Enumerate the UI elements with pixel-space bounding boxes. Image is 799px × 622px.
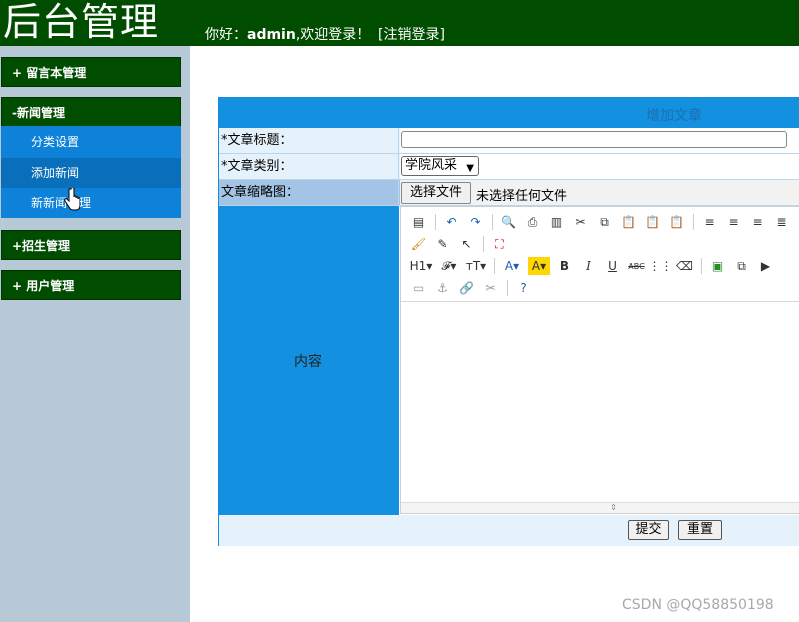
bold-icon[interactable]: B <box>555 257 574 275</box>
toolbar-row-3: H1▾ 𝓕▾ тT▾ A▾ A▾ B I U ABC ⋮⋮ ⌫ ▣ ⧉ ▶ <box>409 255 780 277</box>
chevron-down-icon: ▼ <box>466 163 474 174</box>
eraser-icon[interactable]: ⌫ <box>675 257 694 275</box>
menu-news[interactable]: -新闻管理 <box>1 97 181 127</box>
font-family-icon[interactable]: 𝓕▾ <box>438 257 460 275</box>
link-icon[interactable]: 🔗 <box>457 279 476 297</box>
anchor-icon[interactable]: ⚓ <box>433 279 452 297</box>
copy-icon[interactable]: ⧉ <box>595 213 614 231</box>
app-title: 后台管理 <box>3 0 160 44</box>
top-header: 后台管理 你好：admin,欢迎登录！ [注销登录] <box>0 0 799 46</box>
multi-image-icon[interactable]: ⧉ <box>732 257 751 275</box>
print-icon[interactable]: ⎙ <box>523 213 542 231</box>
source-icon[interactable]: ▤ <box>409 213 428 231</box>
editor-resize-handle[interactable]: ⇕ <box>401 502 799 513</box>
line-height-icon[interactable]: ⋮⋮ <box>649 257 673 275</box>
page-break-icon[interactable]: ▭ <box>409 279 428 297</box>
watermark: CSDN @QQ58850198 <box>622 597 774 613</box>
form-actions-row: 提交 重置 <box>219 515 799 546</box>
category-select[interactable]: 学院风采 ▼ <box>401 156 479 176</box>
submenu-add-news[interactable]: 添加新闻 <box>1 158 181 188</box>
toolbar-row-2: 🖌 ✎ ↖ ⛶ <box>409 233 514 255</box>
thumbnail-field-cell: 选择文件 未选择任何文件 <box>400 180 799 205</box>
username: admin <box>247 27 296 43</box>
toolbar-row-1: ▤ ↶ ↷ 🔍 ⎙ ▥ ✂ ⧉ 📋 📋 📋 ≡ ≡ ≡ ≣ <box>409 211 796 233</box>
category-label: *文章类别： <box>219 154 399 179</box>
image-icon[interactable]: ▣ <box>708 257 727 275</box>
category-row: *文章类别： 学院风采 ▼ <box>219 154 799 180</box>
help-icon[interactable]: ? <box>514 279 533 297</box>
select-all-icon[interactable]: ✎ <box>433 235 452 253</box>
hand-cursor-icon <box>64 188 80 211</box>
italic-icon[interactable]: I <box>579 257 598 275</box>
file-status-text: 未选择任何文件 <box>476 189 568 204</box>
template-icon[interactable]: ▥ <box>547 213 566 231</box>
title-input[interactable] <box>401 131 787 148</box>
menu-users[interactable]: + 用户管理 <box>1 270 181 300</box>
submenu-category-settings[interactable]: 分类设置 <box>1 127 181 157</box>
font-color-icon[interactable]: A▾ <box>501 257 523 275</box>
clear-format-icon[interactable]: 🖌 <box>409 235 428 253</box>
paste-word-icon[interactable]: 📋 <box>667 213 686 231</box>
paste-text-icon[interactable]: 📋 <box>643 213 662 231</box>
highlight-icon[interactable]: A▾ <box>528 257 550 275</box>
heading-icon[interactable]: H1▾ <box>409 257 433 275</box>
title-field-cell <box>400 128 799 153</box>
strikethrough-icon[interactable]: ABC <box>627 257 646 275</box>
category-selected-value: 学院风采 <box>405 158 458 173</box>
menu-guestbook[interactable]: + 留言本管理 <box>1 57 181 87</box>
logout-link[interactable]: [注销登录] <box>378 24 445 44</box>
justify-icon[interactable]: ≣ <box>772 213 791 231</box>
align-left-icon[interactable]: ≡ <box>700 213 719 231</box>
rich-text-editor: ▤ ↶ ↷ 🔍 ⎙ ▥ ✂ ⧉ 📋 📋 📋 ≡ ≡ ≡ ≣ 🖌 ✎ ↖ ⛶ H1… <box>400 206 799 514</box>
paste-icon[interactable]: 📋 <box>619 213 638 231</box>
content-label-cell: 内容 <box>219 206 399 516</box>
menu-admissions[interactable]: +招生管理 <box>1 230 181 260</box>
article-form-panel: 增加文章 *文章标题： *文章类别： 学院风采 ▼ 文章缩略图： 选择文件 未选… <box>218 97 799 546</box>
fullscreen-icon[interactable]: ⛶ <box>490 235 509 253</box>
preview-icon[interactable]: 🔍 <box>499 213 518 231</box>
font-size-icon[interactable]: тT▾ <box>465 257 487 275</box>
content-label: 内容 <box>294 354 322 370</box>
reset-button[interactable]: 重置 <box>678 520 722 540</box>
thumbnail-label: 文章缩略图： <box>219 180 399 205</box>
align-center-icon[interactable]: ≡ <box>724 213 743 231</box>
category-field-cell: 学院风采 ▼ <box>400 154 799 179</box>
title-row: *文章标题： <box>219 128 799 154</box>
submit-button[interactable]: 提交 <box>628 520 669 540</box>
greeting-suffix: ,欢迎登录！ <box>295 27 371 43</box>
greeting-text: 你好：admin,欢迎登录！ <box>205 24 370 44</box>
toolbar-row-4: ▭ ⚓ 🔗 ✂ ? <box>409 277 538 299</box>
cursor-icon[interactable]: ↖ <box>457 235 476 253</box>
choose-file-button[interactable]: 选择文件 <box>401 182 471 204</box>
flash-icon[interactable]: ▶ <box>756 257 775 275</box>
title-label: *文章标题： <box>219 128 399 153</box>
thumbnail-row: 文章缩略图： 选择文件 未选择任何文件 <box>219 180 799 206</box>
news-submenu: 分类设置 添加新闻 新新闻管理 <box>1 126 181 218</box>
undo-icon[interactable]: ↶ <box>442 213 461 231</box>
form-title: 增加文章 <box>646 108 702 124</box>
form-title-bar: 增加文章 <box>219 98 799 128</box>
underline-icon[interactable]: U <box>603 257 622 275</box>
align-right-icon[interactable]: ≡ <box>748 213 767 231</box>
submenu-news-manage[interactable]: 新新闻管理 <box>1 188 181 218</box>
cut-icon[interactable]: ✂ <box>571 213 590 231</box>
greeting-prefix: 你好： <box>205 27 247 43</box>
redo-icon[interactable]: ↷ <box>466 213 485 231</box>
unlink-icon[interactable]: ✂ <box>481 279 500 297</box>
editor-content-area[interactable] <box>401 302 799 502</box>
editor-toolbar: ▤ ↶ ↷ 🔍 ⎙ ▥ ✂ ⧉ 📋 📋 📋 ≡ ≡ ≡ ≣ 🖌 ✎ ↖ ⛶ H1… <box>401 207 799 302</box>
